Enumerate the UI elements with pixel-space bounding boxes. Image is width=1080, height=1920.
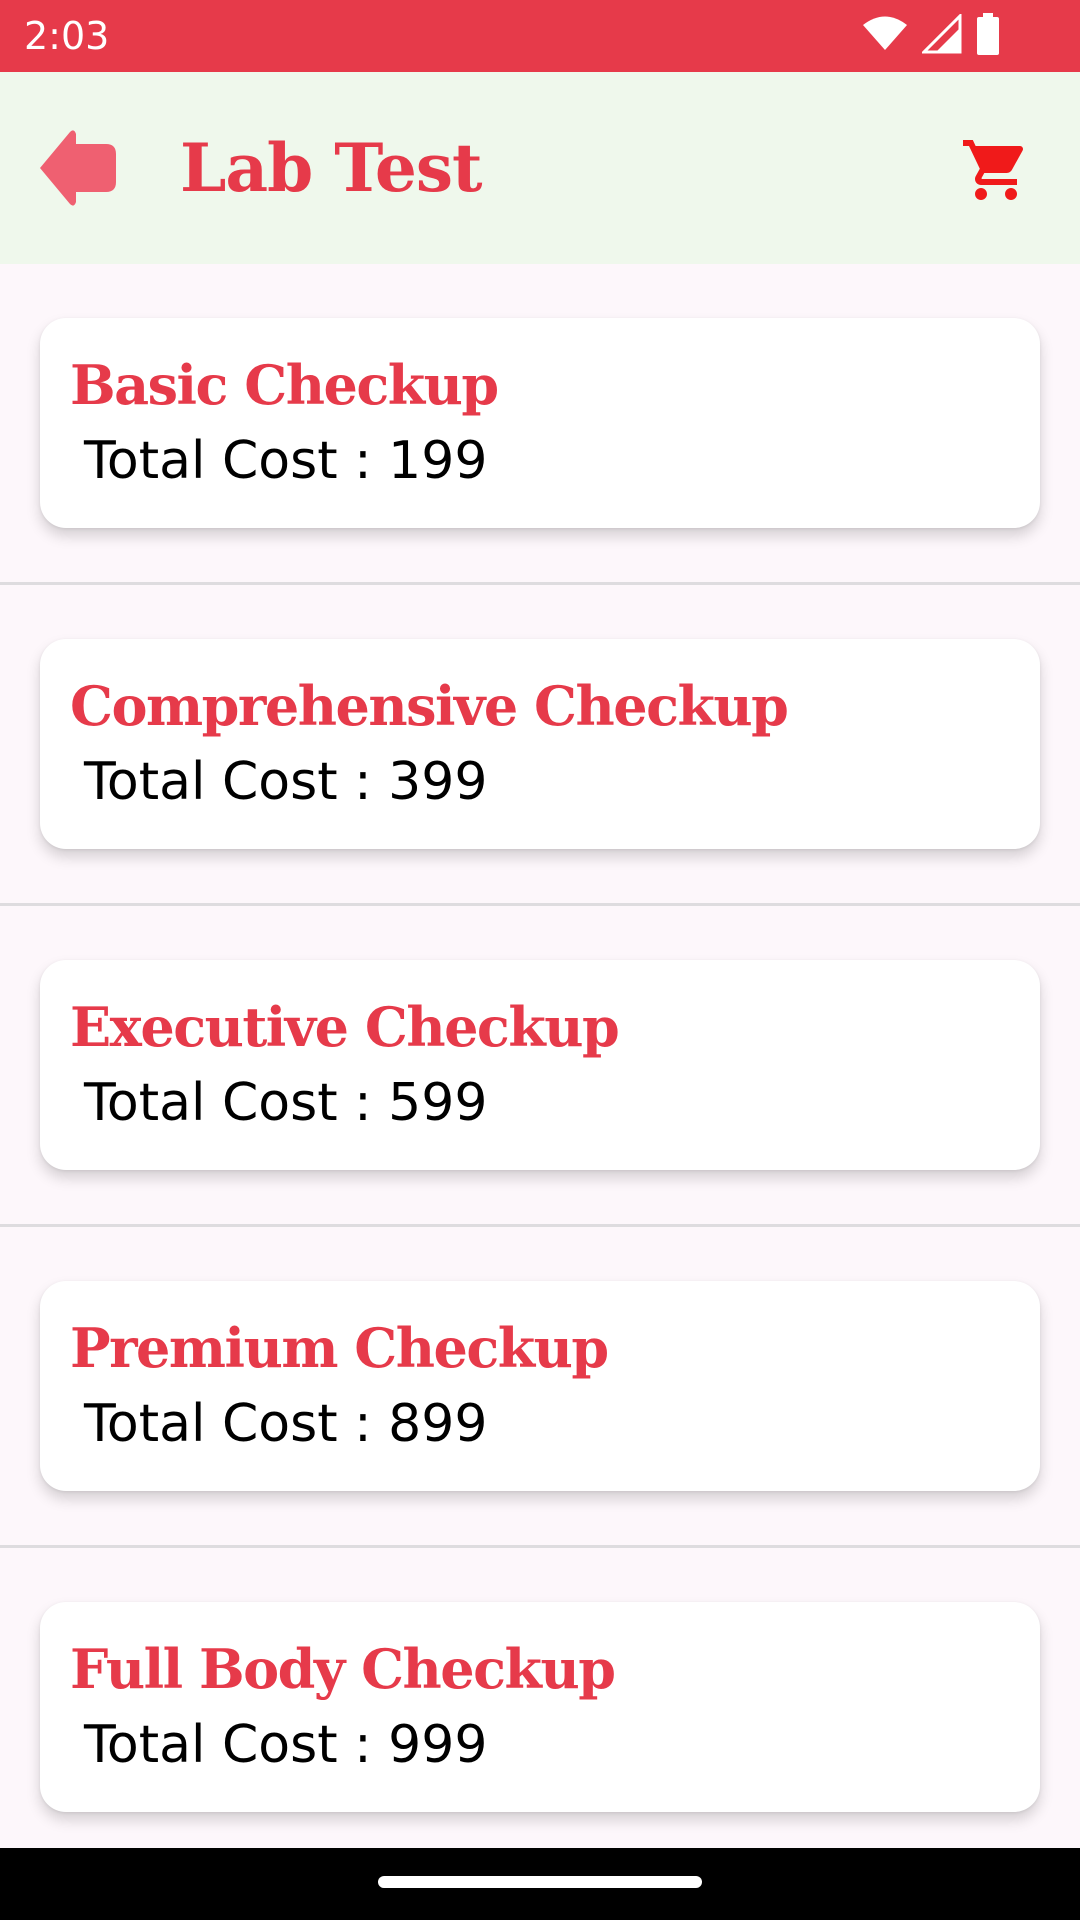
test-cost: Total Cost : 199 (84, 431, 488, 491)
wifi-icon (862, 16, 908, 56)
test-name: Comprehensive Checkup (70, 674, 789, 738)
home-gesture-handle[interactable] (378, 1876, 702, 1888)
lab-test-card-basic[interactable]: Basic Checkup Total Cost : 199 (40, 318, 1040, 528)
lab-test-list: Basic Checkup Total Cost : 199 Comprehen… (0, 264, 1080, 1869)
back-button[interactable] (30, 124, 120, 212)
lab-test-card-premium[interactable]: Premium Checkup Total Cost : 899 (40, 1281, 1040, 1491)
arrow-left-icon (30, 130, 120, 216)
test-cost: Total Cost : 599 (84, 1073, 488, 1133)
lab-test-card-full-body[interactable]: Full Body Checkup Total Cost : 999 (40, 1602, 1040, 1812)
lab-test-card-comprehensive[interactable]: Comprehensive Checkup Total Cost : 399 (40, 639, 1040, 849)
status-time: 2:03 (24, 14, 110, 58)
page-title: Lab Test (180, 129, 482, 207)
status-bar: 2:03 (0, 0, 1080, 72)
app-bar: Lab Test (0, 72, 1080, 264)
list-item: Full Body Checkup Total Cost : 999 (0, 1548, 1080, 1869)
test-cost: Total Cost : 399 (84, 752, 488, 812)
test-name: Executive Checkup (70, 995, 620, 1059)
list-item: Comprehensive Checkup Total Cost : 399 (0, 585, 1080, 906)
test-cost: Total Cost : 899 (84, 1394, 488, 1454)
list-item: Executive Checkup Total Cost : 599 (0, 906, 1080, 1227)
battery-icon (976, 13, 1000, 59)
test-name: Basic Checkup (70, 353, 499, 417)
system-navigation-bar (0, 1848, 1080, 1920)
test-name: Premium Checkup (70, 1316, 609, 1380)
test-name: Full Body Checkup (70, 1637, 616, 1701)
cellular-signal-icon (920, 12, 962, 58)
list-item: Premium Checkup Total Cost : 899 (0, 1227, 1080, 1548)
list-item: Basic Checkup Total Cost : 199 (0, 264, 1080, 585)
shopping-cart-icon (960, 140, 1032, 210)
lab-test-card-executive[interactable]: Executive Checkup Total Cost : 599 (40, 960, 1040, 1170)
test-cost: Total Cost : 999 (84, 1715, 488, 1775)
cart-button[interactable] (960, 134, 1032, 206)
status-icons (862, 12, 1000, 59)
